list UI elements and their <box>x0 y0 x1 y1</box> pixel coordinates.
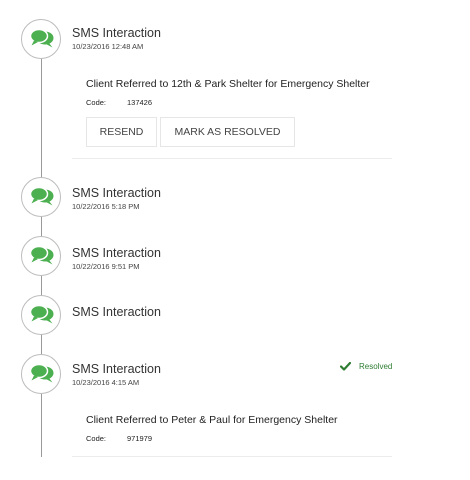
chat-bubbles-icon <box>29 28 54 48</box>
interaction-avatar <box>21 295 61 335</box>
interaction-avatar <box>21 177 61 217</box>
chat-bubbles-icon <box>29 304 54 324</box>
interaction-title: SMS Interaction <box>72 186 161 200</box>
resend-button[interactable]: RESEND <box>86 117 157 147</box>
code-label: Code: <box>86 434 107 443</box>
interaction-title: SMS Interaction <box>72 246 161 260</box>
interaction-timestamp: 10/22/2016 5:18 PM <box>72 202 140 211</box>
interaction-title: SMS Interaction <box>72 26 161 40</box>
interaction-timestamp: 10/22/2016 9:51 PM <box>72 262 140 271</box>
code-value: 971979 <box>127 434 153 443</box>
resolved-label: Resolved <box>359 362 393 371</box>
check-icon <box>340 362 351 371</box>
divider <box>72 456 392 457</box>
interaction-title: SMS Interaction <box>72 362 161 376</box>
chat-bubbles-icon <box>29 245 54 265</box>
divider <box>72 158 392 159</box>
code-label: Code: <box>86 98 107 107</box>
interaction-title: SMS Interaction <box>72 305 161 319</box>
interaction-avatar <box>21 19 61 59</box>
resolved-status: Resolved <box>340 362 392 371</box>
interaction-timestamp: 10/23/2016 4:15 AM <box>72 378 140 387</box>
interaction-avatar <box>21 354 61 394</box>
chat-bubbles-icon <box>29 363 54 383</box>
interaction-avatar <box>21 236 61 276</box>
code-value: 137426 <box>127 98 153 107</box>
chat-bubbles-icon <box>29 186 54 206</box>
mark-as-resolved-button[interactable]: MARK AS RESOLVED <box>160 117 295 147</box>
referral-text: Client Referred to 12th & Park Shelter f… <box>86 78 370 90</box>
interaction-timestamp: 10/23/2016 12:48 AM <box>72 42 144 51</box>
referral-text: Client Referred to Peter & Paul for Emer… <box>86 414 338 426</box>
